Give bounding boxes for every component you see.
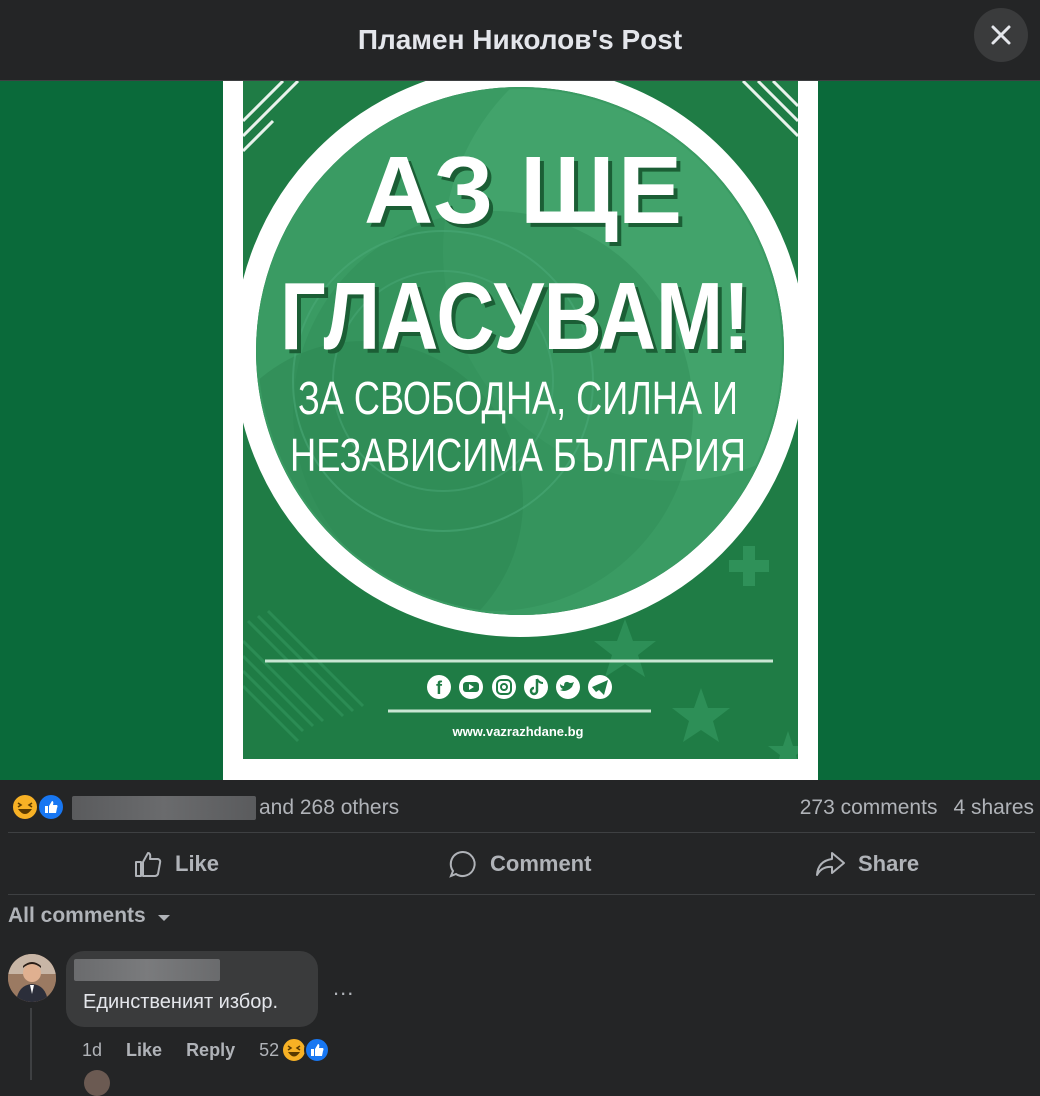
telegram-icon: [588, 675, 612, 699]
like-label: Like: [175, 851, 220, 876]
social-icons: f: [427, 675, 612, 699]
comment-reaction-count[interactable]: 52: [259, 1040, 279, 1061]
youtube-icon: [459, 675, 483, 699]
close-icon: [991, 25, 1011, 45]
comment-bubble-icon: [449, 850, 476, 878]
caret-down-icon: [157, 915, 170, 921]
reaction-icons[interactable]: [10, 792, 68, 822]
post-media[interactable]: АЗ ЩЕ АЗ ЩЕ ГЛАСУВАМ! ГЛАСУВАМ! ЗА СВОБО…: [0, 81, 1040, 780]
comment-reaction-icons[interactable]: [281, 1036, 331, 1064]
poster-text-layer: АЗ ЩЕ АЗ ЩЕ ГЛАСУВАМ! ГЛАСУВАМ! ЗА СВОБО…: [280, 137, 754, 739]
facebook-icon: f: [427, 675, 451, 699]
share-label: Share: [858, 851, 920, 876]
avatar[interactable]: [84, 1070, 110, 1096]
comment-reply-button[interactable]: Reply: [186, 1040, 235, 1061]
comments-count[interactable]: 273 comments: [800, 796, 938, 819]
share-arrow-icon: [816, 852, 845, 876]
twitter-icon: [556, 675, 580, 699]
poster-website: www.vazrazhdane.bg: [452, 724, 584, 739]
reactions-text[interactable]: and 268 others: [259, 796, 399, 820]
reactions-row: and 268 others 273 comments 4 shares: [0, 782, 1040, 832]
divider: [8, 894, 1035, 895]
blurred-commenter-name[interactable]: [74, 959, 220, 981]
filter-label: All comments: [8, 904, 146, 927]
comment-more-button[interactable]: ...: [333, 975, 354, 1001]
close-button[interactable]: [974, 8, 1028, 62]
poster-line3: ЗА СВОБОДНА, СИЛНА И: [298, 372, 738, 424]
poster-background: АЗ ЩЕ АЗ ЩЕ ГЛАСУВАМ! ГЛАСУВАМ! ЗА СВОБО…: [243, 81, 798, 759]
divider: [8, 832, 1035, 833]
poster-line2: ГЛАСУВАМ!: [280, 263, 750, 370]
comment-like-button[interactable]: Like: [126, 1040, 162, 1061]
haha-reaction-icon: [11, 793, 39, 821]
comment-button[interactable]: Comment: [448, 835, 591, 893]
poster-line4: НЕЗАВИСИМА БЪЛГАРИЯ: [290, 429, 746, 481]
blurred-reactor-name: [72, 796, 256, 820]
post-actions: Like Comment Share: [0, 835, 1040, 893]
like-reaction-icon: [37, 793, 65, 821]
comment-meta: 1d Like Reply 52: [82, 1036, 331, 1064]
poster-image: АЗ ЩЕ АЗ ЩЕ ГЛАСУВАМ! ГЛАСУВАМ! ЗА СВОБО…: [223, 81, 818, 780]
post-title: Пламен Николов's Post: [357, 24, 683, 55]
comments-filter[interactable]: All comments: [8, 904, 174, 928]
comment-text: Единственият избор.: [83, 991, 279, 1013]
like-button[interactable]: Like: [133, 835, 219, 893]
like-reaction-icon: [304, 1037, 331, 1063]
poster-line1: АЗ ЩЕ: [364, 137, 682, 244]
share-button[interactable]: Share: [814, 835, 919, 893]
post-header: Пламен Николов's Post: [0, 0, 1040, 81]
comment-time[interactable]: 1d: [82, 1040, 102, 1061]
avatar[interactable]: [8, 954, 56, 1002]
thumbs-up-icon: [135, 852, 162, 877]
tiktok-icon: [524, 675, 548, 699]
instagram-icon: [492, 675, 516, 699]
haha-reaction-icon: [281, 1037, 308, 1063]
thread-line: [30, 1008, 32, 1080]
svg-text:f: f: [436, 678, 443, 698]
comment-bubble: Единственият избор.: [66, 951, 318, 1027]
shares-count[interactable]: 4 shares: [953, 796, 1034, 819]
engagement-counts: 273 comments 4 shares: [784, 796, 1034, 820]
comment-label: Comment: [490, 851, 592, 876]
